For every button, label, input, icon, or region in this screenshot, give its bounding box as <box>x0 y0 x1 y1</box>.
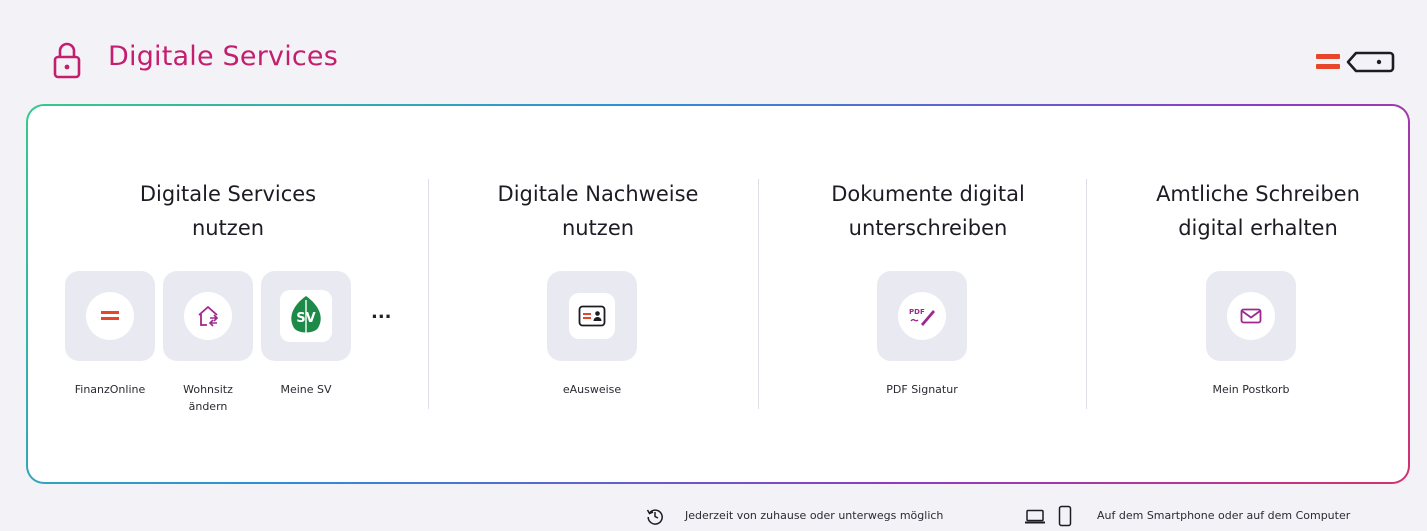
section-title-digitale-services: Digitale Services nutzen <box>139 182 317 240</box>
tile-label-mein-postkorb: Mein Postkorb <box>1212 383 1290 396</box>
tile-label-eausweise: eAusweise <box>562 383 622 396</box>
oesterreich-gv-logo[interactable] <box>1314 43 1396 83</box>
tile-eausweise[interactable] <box>547 271 637 361</box>
section-divider <box>758 179 759 409</box>
lock-icon <box>53 42 81 79</box>
page-title: Digitale Services <box>108 41 339 72</box>
tile-label-meine-sv: Meine SV <box>280 383 332 396</box>
tile-label-pdf-signatur: PDF Signatur <box>886 383 958 396</box>
clock-history-icon <box>646 509 663 525</box>
section-divider <box>428 179 429 409</box>
availability-note: Jederzeit von zuhause oder unterwegs mög… <box>685 509 944 522</box>
tile-finanzonline[interactable] <box>65 271 155 361</box>
more-services-button[interactable]: ... <box>371 302 392 323</box>
house-arrows-icon <box>198 306 219 327</box>
tile-wohnsitz-aendern[interactable] <box>163 271 253 361</box>
smartphone-icon <box>1058 505 1072 527</box>
id-card-icon <box>578 305 606 327</box>
tile-meine-sv[interactable]: SV <box>261 271 351 361</box>
section-title-dokumente-unterschreiben: Dokumente digital unterschreiben <box>831 182 1025 240</box>
tile-mein-postkorb[interactable] <box>1206 271 1296 361</box>
sv-badge-text: SV <box>296 311 315 326</box>
envelope-icon <box>1240 308 1262 324</box>
section-divider <box>1086 179 1087 409</box>
section-title-amtliche-schreiben: Amtliche Schreiben digital erhalten <box>1156 182 1360 240</box>
laptop-icon <box>1025 509 1045 524</box>
finanzonline-icon <box>101 311 119 320</box>
section-title-digitale-nachweise: Digitale Nachweise nutzen <box>497 182 699 240</box>
pdf-signature-icon: PDF <box>909 308 935 326</box>
devices-note: Auf dem Smartphone oder auf dem Computer <box>1097 509 1351 522</box>
pdf-badge-text: PDF <box>909 308 925 316</box>
sv-leaf-icon: SV <box>291 296 321 336</box>
tile-pdf-signatur[interactable]: PDF <box>877 271 967 361</box>
services-card: Digitale Services nutzen FinanzOnline Wo <box>26 104 1410 484</box>
